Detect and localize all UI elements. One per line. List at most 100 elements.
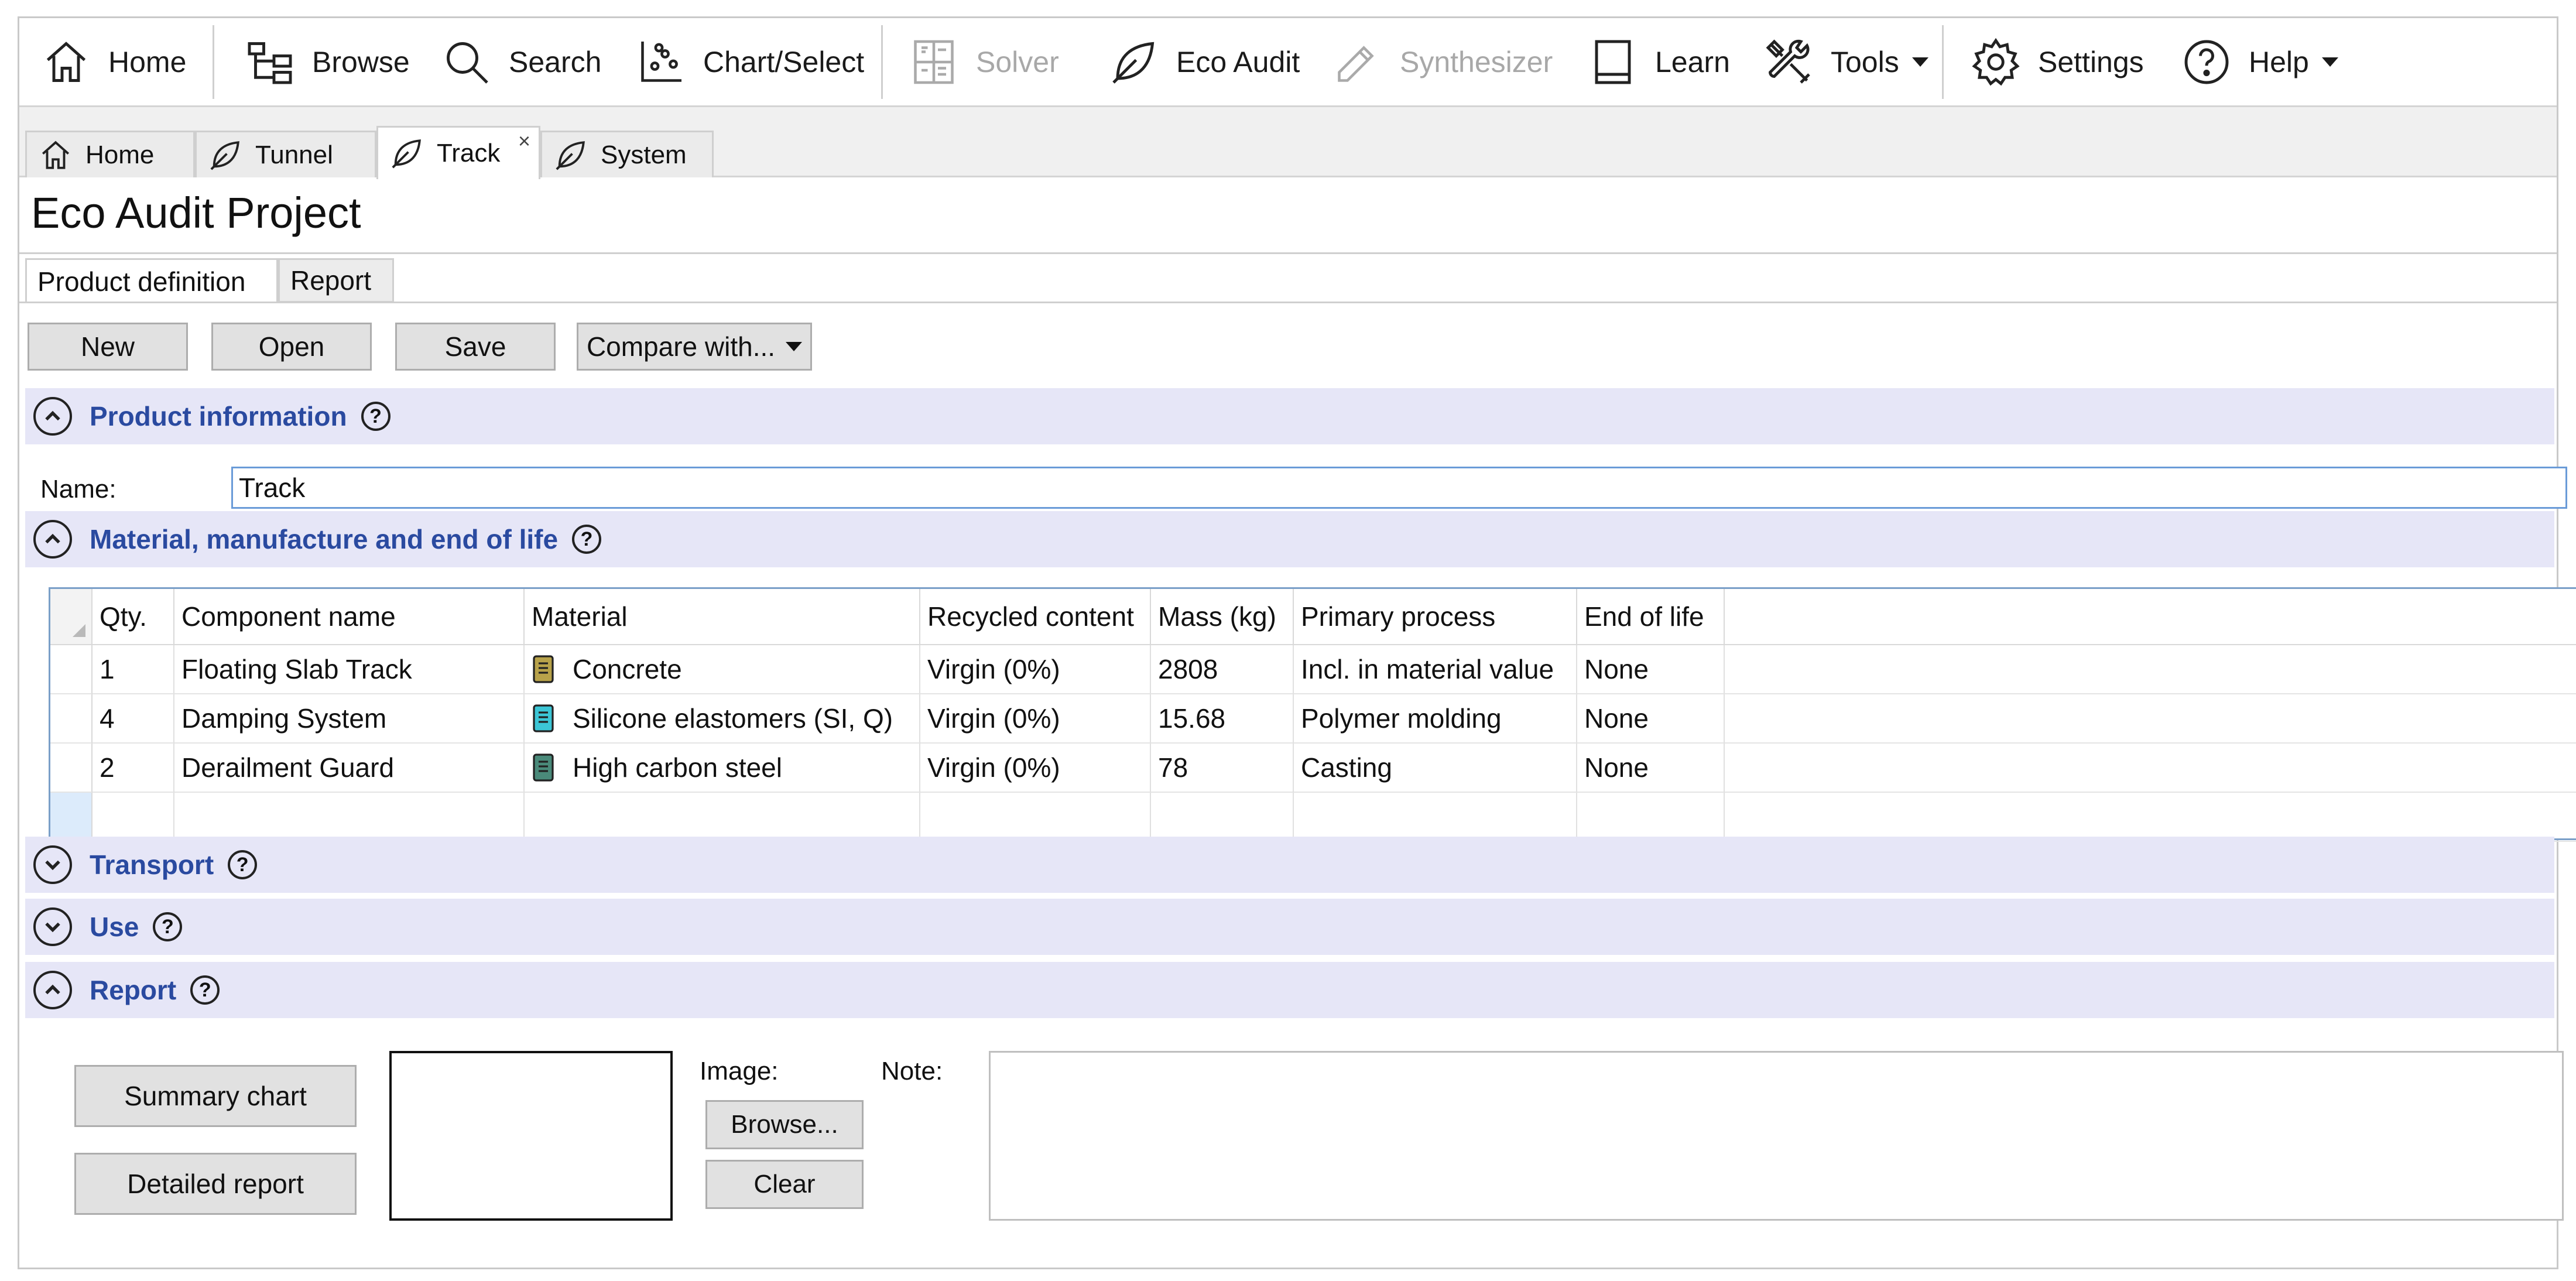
summary-chart-button[interactable]: Summary chart xyxy=(74,1065,357,1127)
new-row-cell[interactable] xyxy=(1294,793,1577,842)
cell-qty[interactable]: 1 xyxy=(93,645,174,694)
section-report[interactable]: Report ? xyxy=(25,962,2554,1018)
cell-primary-process[interactable]: Polymer molding xyxy=(1294,694,1577,744)
divider xyxy=(19,252,2557,254)
cell-end-of-life[interactable]: None xyxy=(1577,744,1725,793)
table-corner[interactable] xyxy=(50,589,93,645)
collapse-toggle-icon[interactable] xyxy=(33,971,72,1009)
tab-system[interactable]: System xyxy=(540,131,714,177)
cell-recycled-content[interactable]: Virgin (0%) xyxy=(920,645,1151,694)
toolbar-tools-button[interactable]: Tools xyxy=(1764,18,1928,106)
section-use[interactable]: Use ? xyxy=(25,899,2554,955)
tab-product-definition[interactable]: Product definition xyxy=(25,258,278,303)
toolbar-solver-button[interactable]: Solver xyxy=(909,18,1059,106)
tab-report[interactable]: Report xyxy=(278,258,394,303)
cell-primary-process[interactable]: Incl. in material value xyxy=(1294,645,1577,694)
toolbar-search-button[interactable]: Search xyxy=(442,18,601,106)
browse-image-button[interactable]: Browse... xyxy=(705,1100,864,1149)
toolbar-help-button[interactable]: Help xyxy=(2182,18,2338,106)
help-icon[interactable]: ? xyxy=(361,402,390,431)
row-header[interactable] xyxy=(50,694,93,744)
column-header-recycled[interactable]: Recycled content xyxy=(920,589,1151,645)
leaf-icon xyxy=(210,141,239,170)
cell-material[interactable]: Concrete xyxy=(525,645,920,694)
toolbar-chart-select-button[interactable]: Chart/Select xyxy=(636,18,864,106)
material-record-icon xyxy=(533,655,554,683)
expand-toggle-icon[interactable] xyxy=(33,907,72,946)
new-row-cell[interactable] xyxy=(1151,793,1294,842)
note-textarea[interactable] xyxy=(989,1051,2564,1221)
column-header-qty[interactable]: Qty. xyxy=(93,589,174,645)
tab-track[interactable]: Track × xyxy=(376,126,540,179)
new-row-cell[interactable] xyxy=(93,793,174,842)
cell-recycled-content[interactable]: Virgin (0%) xyxy=(920,744,1151,793)
section-product-information[interactable]: Product information ? xyxy=(25,388,2554,444)
toolbar-home-button[interactable]: Home xyxy=(42,18,186,106)
clear-image-button[interactable]: Clear xyxy=(705,1160,864,1209)
row-header[interactable] xyxy=(50,744,93,793)
section-transport[interactable]: Transport ? xyxy=(25,837,2554,893)
collapse-toggle-icon[interactable] xyxy=(33,520,72,559)
toolbar-synthesizer-button[interactable]: Synthesizer xyxy=(1333,18,1553,106)
cell-mass[interactable]: 15.68 xyxy=(1151,694,1294,744)
open-button[interactable]: Open xyxy=(211,323,372,371)
cell-recycled-content[interactable]: Virgin (0%) xyxy=(920,694,1151,744)
tools-icon xyxy=(1766,39,1810,84)
cell-text: Damping System xyxy=(181,703,387,734)
help-icon[interactable]: ? xyxy=(228,850,258,879)
cell-qty[interactable]: 2 xyxy=(93,744,174,793)
close-tab-icon[interactable]: × xyxy=(518,129,530,153)
leaf-icon xyxy=(1112,42,1155,84)
cell-material[interactable]: High carbon steel xyxy=(525,744,920,793)
cell-text: Incl. in material value xyxy=(1301,654,1554,684)
cell-mass[interactable]: 2808 xyxy=(1151,645,1294,694)
collapse-toggle-icon[interactable] xyxy=(33,397,72,436)
tab-tunnel[interactable]: Tunnel xyxy=(195,131,376,177)
toolbar-learn-button[interactable]: Learn xyxy=(1588,18,1730,106)
column-header-empty xyxy=(1725,589,2576,645)
cell-component-name[interactable]: Derailment Guard xyxy=(174,744,525,793)
cell-text: Virgin (0%) xyxy=(927,703,1060,734)
cell-end-of-life[interactable]: None xyxy=(1577,645,1725,694)
cell-text: 1 xyxy=(100,654,115,684)
help-icon[interactable]: ? xyxy=(153,912,183,941)
new-row-header[interactable] xyxy=(50,793,93,842)
detailed-report-button[interactable]: Detailed report xyxy=(74,1153,357,1215)
new-row-cell[interactable] xyxy=(920,793,1151,842)
column-header-end-of-life[interactable]: End of life xyxy=(1577,589,1725,645)
cell-end-of-life[interactable]: None xyxy=(1577,694,1725,744)
new-row-cell[interactable] xyxy=(174,793,525,842)
compare-with-dropdown[interactable]: Compare with... xyxy=(577,323,812,371)
section-material-manufacture[interactable]: Material, manufacture and end of life ? xyxy=(25,511,2554,567)
save-button[interactable]: Save xyxy=(395,323,556,371)
new-row-cell[interactable] xyxy=(1577,793,1725,842)
column-header-mass[interactable]: Mass (kg) xyxy=(1151,589,1294,645)
column-header-component[interactable]: Component name xyxy=(174,589,525,645)
column-header-process[interactable]: Primary process xyxy=(1294,589,1577,645)
toolbar-settings-button[interactable]: Settings xyxy=(1971,18,2144,106)
help-icon[interactable]: ? xyxy=(572,525,602,554)
cell-text: 15.68 xyxy=(1158,703,1226,734)
row-header[interactable] xyxy=(50,645,93,694)
tab-home[interactable]: Home xyxy=(25,131,195,177)
cell-qty[interactable]: 4 xyxy=(93,694,174,744)
cell-primary-process[interactable]: Casting xyxy=(1294,744,1577,793)
cell-text: None xyxy=(1584,654,1649,684)
expand-toggle-icon[interactable] xyxy=(33,845,72,884)
new-button[interactable]: New xyxy=(28,323,188,371)
chevron-down-icon xyxy=(1912,57,1928,67)
new-row-cell[interactable] xyxy=(525,793,920,842)
cell-text: Silicone elastomers (SI, Q) xyxy=(573,703,893,734)
cell-component-name[interactable]: Floating Slab Track xyxy=(174,645,525,694)
toolbar-eco-audit-button[interactable]: Eco Audit xyxy=(1109,18,1300,106)
column-header-material[interactable]: Material xyxy=(525,589,920,645)
cell-component-name[interactable]: Damping System xyxy=(174,694,525,744)
gear-icon xyxy=(1972,37,2020,86)
home-icon xyxy=(42,141,70,169)
product-name-input[interactable]: Track xyxy=(231,467,2567,509)
cell-mass[interactable]: 78 xyxy=(1151,744,1294,793)
cell-material[interactable]: Silicone elastomers (SI, Q) xyxy=(525,694,920,744)
help-icon[interactable]: ? xyxy=(190,975,220,1005)
toolbar-browse-button[interactable]: Browse xyxy=(245,18,410,106)
cell-text: Virgin (0%) xyxy=(927,752,1060,783)
